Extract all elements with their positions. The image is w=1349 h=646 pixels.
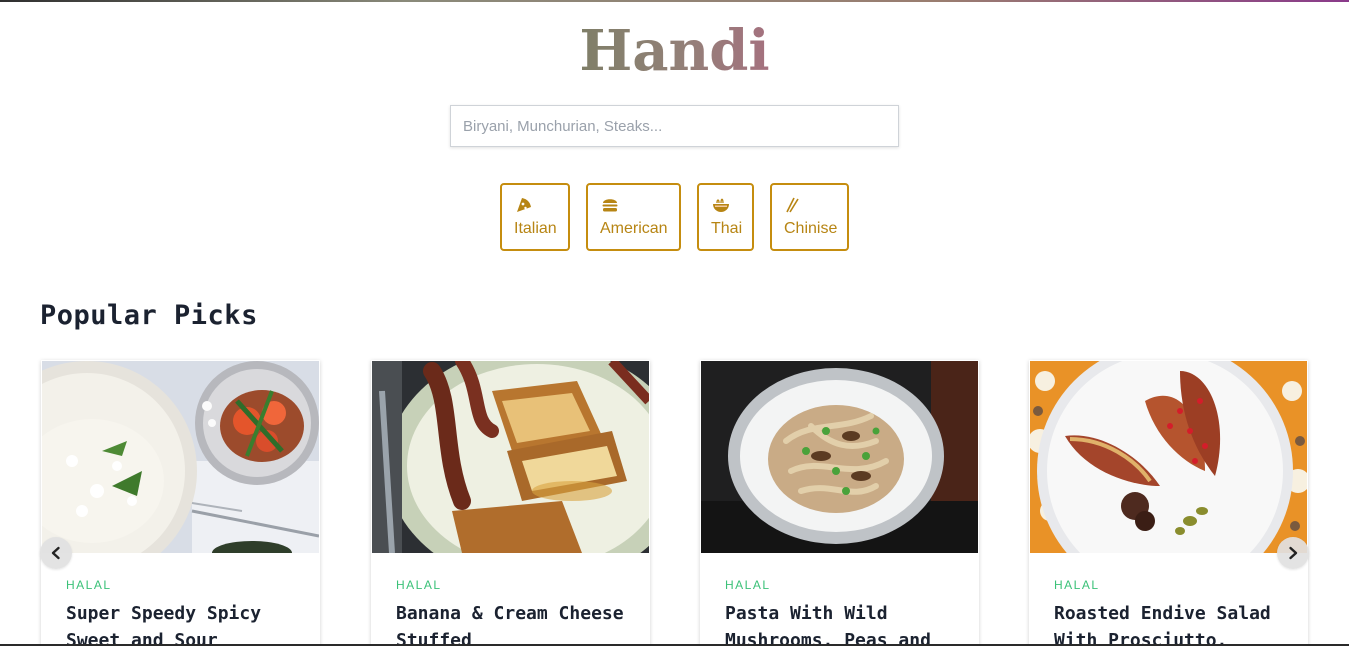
burger-icon (602, 199, 618, 212)
recipe-image[interactable] (372, 361, 649, 553)
category-label: American (600, 220, 668, 237)
diet-tag: HALAL (66, 578, 112, 592)
brand-logo[interactable]: Handi (579, 18, 769, 84)
noodle-bowl-icon (713, 198, 729, 212)
recipe-image[interactable] (701, 361, 978, 553)
category-italian-button[interactable]: Italian (500, 183, 570, 251)
brand-header: Handi (0, 18, 1349, 84)
recipe-image[interactable] (1030, 361, 1307, 553)
carousel-prev-button[interactable] (40, 537, 72, 569)
search-input[interactable] (450, 105, 899, 147)
recipe-title[interactable]: Pasta With Wild Mushrooms, Peas and (725, 600, 965, 646)
recipe-title[interactable]: Roasted Endive Salad With Prosciutto, (1054, 600, 1294, 646)
recipe-card[interactable]: HALAL Banana & Cream Cheese Stuffed (371, 360, 650, 646)
chevron-left-icon (51, 546, 60, 560)
chopsticks-icon (786, 197, 799, 213)
category-label: Thai (711, 220, 743, 237)
category-thai-button[interactable]: Thai (697, 183, 754, 251)
category-label: Italian (514, 220, 557, 237)
category-label: Chinise (784, 220, 838, 237)
category-american-button[interactable]: American (586, 183, 681, 251)
top-accent-line (0, 0, 1349, 2)
recipe-card[interactable]: HALAL Pasta With Wild Mushrooms, Peas an… (700, 360, 979, 646)
diet-tag: HALAL (725, 578, 771, 592)
recipe-image[interactable] (42, 361, 319, 553)
diet-tag: HALAL (396, 578, 442, 592)
recipe-card[interactable]: HALAL Roasted Endive Salad With Prosciut… (1029, 360, 1308, 646)
chevron-right-icon (1289, 546, 1298, 560)
diet-tag: HALAL (1054, 578, 1100, 592)
recipe-title[interactable]: Banana & Cream Cheese Stuffed (396, 600, 636, 646)
pizza-icon (517, 198, 531, 212)
recipe-card[interactable]: HALAL Super Speedy Spicy Sweet and Sour (41, 360, 320, 646)
recipe-title[interactable]: Super Speedy Spicy Sweet and Sour (66, 600, 306, 646)
carousel-next-button[interactable] (1277, 537, 1309, 569)
category-chinise-button[interactable]: Chinise (770, 183, 849, 251)
section-title: Popular Picks (40, 300, 258, 331)
